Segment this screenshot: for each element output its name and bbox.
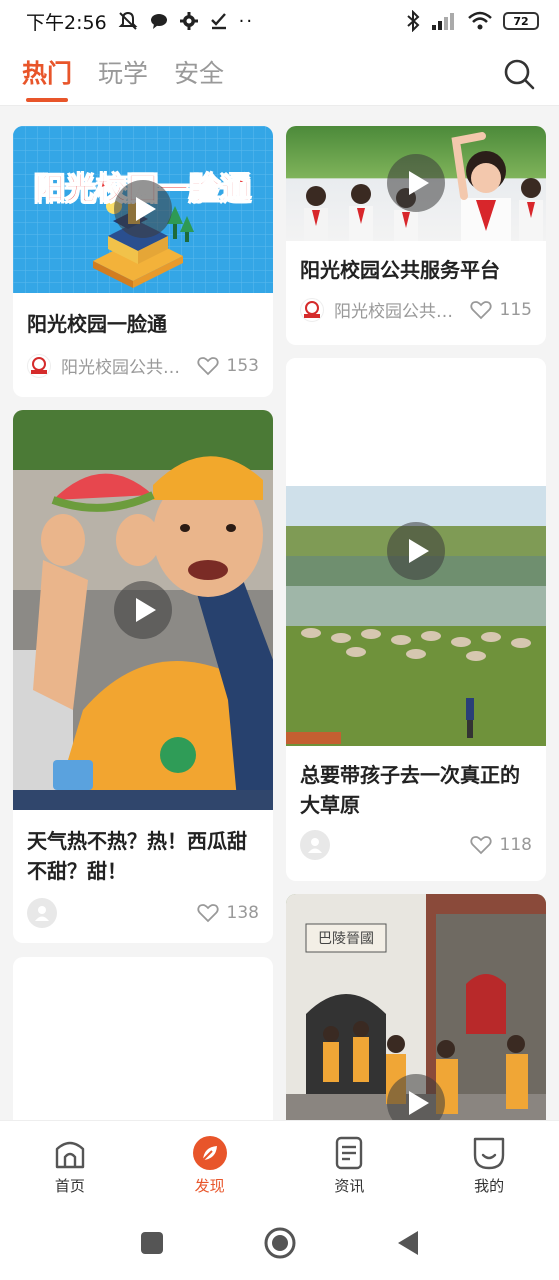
chat-icon [150,14,167,29]
back-button[interactable] [396,1230,420,1256]
video-card[interactable] [13,957,273,1120]
nav-label: 首页 [54,1177,85,1195]
nav-label: 发现 [194,1177,225,1195]
video-card[interactable]: 阳光校园一脸通 阳光校园一脸通 阳光校园公共服务平台 153 [13,126,273,397]
like-count: 118 [499,835,532,855]
home-icon [55,1141,85,1169]
author-name: 阳光校园公共服务平台 [334,302,470,322]
like-button[interactable]: 153 [196,355,259,376]
publisher-logo-icon [300,297,324,322]
top-tab-bar: 热门 玩学 安全 [0,42,559,106]
settings-gear-icon [179,12,198,30]
content-feed[interactable]: 阳光校园一脸通 阳光校园一脸通 阳光校园公共服务平台 153 [0,107,559,1120]
video-thumbnail[interactable] [13,410,273,810]
tab-safety[interactable]: 安全 [174,54,224,94]
bottom-nav-bar: 首页 发现 资讯 我的 [0,1120,559,1206]
more-notifications-icon: ·· [238,10,255,32]
system-nav-bar [0,1206,559,1280]
like-count: 138 [226,903,259,923]
signal-icon [432,13,454,30]
video-thumbnail[interactable] [286,358,546,746]
play-button[interactable] [387,154,445,212]
heart-icon [469,300,492,319]
card-meta: 118 [286,830,546,860]
card-meta: 阳光校园公共服务平台 153 [13,353,273,378]
video-card[interactable]: 巴陵晉國 [286,894,546,1120]
like-button[interactable]: 118 [469,835,532,855]
card-meta: 阳光校园公共服务平台 115 [286,297,546,322]
nav-item-discover[interactable]: 发现 [140,1121,280,1206]
recent-apps-button[interactable] [140,1231,164,1255]
discover-icon [192,1136,227,1170]
play-button[interactable] [387,522,445,580]
tab-play-learn[interactable]: 玩学 [98,54,148,94]
home-button[interactable] [264,1227,296,1259]
bluetooth-icon [407,10,420,32]
like-button[interactable]: 138 [196,903,259,923]
nav-item-home[interactable]: 首页 [0,1121,140,1206]
status-bar: 下午2:56 ·· 72 [0,0,559,42]
nav-label: 资讯 [334,1177,365,1195]
video-card[interactable]: 总要带孩子去一次真正的大草原 118 [286,358,546,881]
wifi-icon [468,11,492,30]
task-check-icon [210,13,226,30]
card-title[interactable]: 阳光校园一脸通 [13,309,273,339]
play-button[interactable] [114,180,172,238]
search-button[interactable] [501,56,537,92]
mute-bell-icon [118,11,138,30]
search-icon [504,59,535,89]
nav-item-profile[interactable]: 我的 [419,1121,559,1206]
nav-label: 我的 [474,1177,505,1195]
video-card[interactable]: 天气热不热？热！西瓜甜不甜？甜！ 138 [13,410,273,943]
news-icon [336,1136,363,1170]
battery-indicator: 72 [503,12,539,30]
video-thumbnail[interactable] [286,126,546,241]
play-button[interactable] [114,581,172,639]
gate-sign-text: 巴陵晉國 [318,931,374,947]
heart-icon [469,836,492,855]
video-thumbnail[interactable]: 阳光校园一脸通 [13,126,273,293]
like-count: 153 [226,355,259,376]
nav-item-news[interactable]: 资讯 [280,1121,420,1206]
tab-hot[interactable]: 热门 [22,54,72,102]
profile-icon [473,1137,505,1170]
video-thumbnail[interactable]: 巴陵晉國 [286,894,546,1120]
video-card[interactable]: 阳光校园公共服务平台 阳光校园公共服务平台 115 [286,126,546,345]
like-button[interactable]: 115 [469,299,532,320]
heart-icon [196,904,219,923]
status-time: 下午2:56 [26,11,107,34]
user-avatar-icon [300,830,330,860]
heart-icon [196,356,219,375]
card-title[interactable]: 总要带孩子去一次真正的大草原 [286,760,546,820]
card-meta: 138 [13,898,273,928]
card-title[interactable]: 阳光校园公共服务平台 [286,255,546,285]
author-name: 阳光校园公共服务平台 [61,358,197,378]
card-title[interactable]: 天气热不热？热！西瓜甜不甜？甜！ [13,826,273,886]
user-avatar-icon [27,898,57,928]
like-count: 115 [499,299,532,320]
publisher-logo-icon [27,353,51,378]
